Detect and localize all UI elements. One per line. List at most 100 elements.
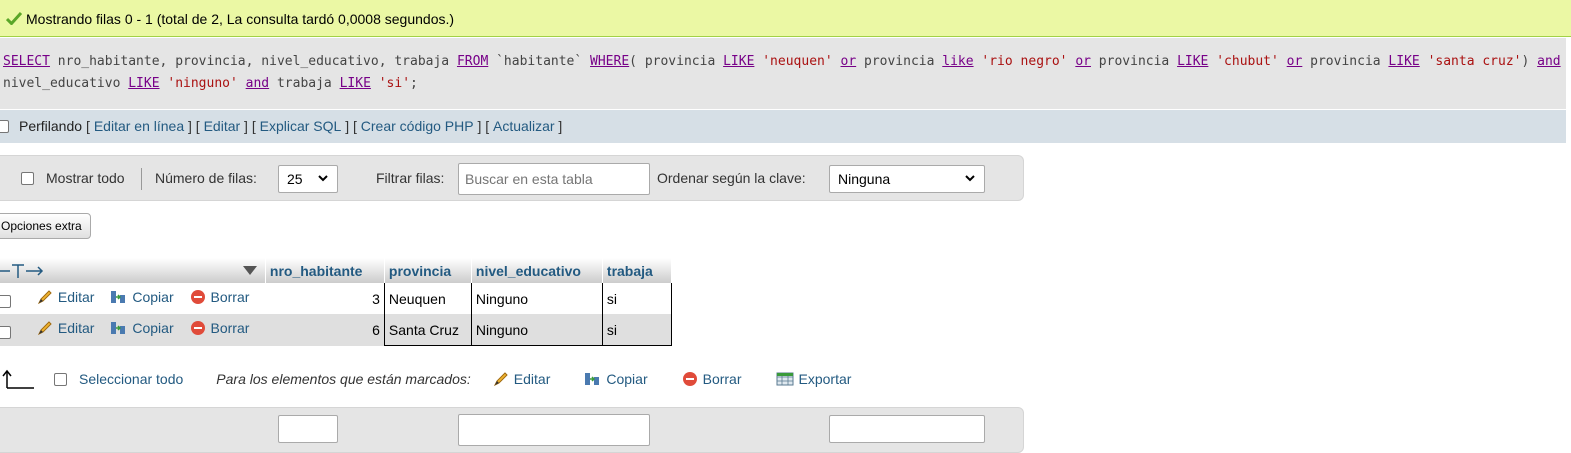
column-arrows-icon[interactable] — [0, 263, 46, 279]
row-copy-button[interactable]: Copiar — [110, 320, 174, 336]
sql-string: 'neuquen' — [762, 54, 833, 69]
table-controls-header — [0, 258, 266, 283]
rows-count-select-bottom[interactable] — [278, 415, 338, 443]
sql-text: ) — [1521, 54, 1538, 69]
pencil-icon — [37, 290, 52, 305]
bulk-copy-button[interactable]: Copiar — [584, 371, 648, 387]
sql-keyword[interactable]: LIKE — [1177, 54, 1208, 69]
row-edit-button[interactable]: Editar — [37, 320, 94, 336]
row-edit-button[interactable]: Editar — [37, 289, 94, 305]
sql-string: 'santa cruz' — [1427, 54, 1522, 69]
copy-icon — [111, 291, 126, 303]
column-header-provincia[interactable]: provincia — [384, 258, 472, 283]
column-header-trabaja[interactable]: trabaja — [602, 258, 672, 283]
sql-text: nro_habitante, provincia, nivel_educativ… — [49, 54, 457, 69]
row-actions: Editar Copiar Borrar — [0, 283, 266, 314]
sql-keyword[interactable]: LIKE — [723, 54, 754, 69]
marked-items-label: Para los elementos que están marcados: — [216, 371, 471, 387]
sql-keyword[interactable]: and — [246, 76, 269, 91]
sql-text: provincia — [1090, 54, 1178, 69]
sort-key-select-bottom[interactable] — [829, 415, 985, 443]
pencil-icon — [493, 372, 508, 387]
sort-key-select[interactable]: Ninguna — [829, 165, 985, 193]
sql-query-box: SELECT nro_habitante, provincia, nivel_e… — [0, 38, 1566, 109]
rows-count-label: Número de filas: — [155, 170, 257, 186]
sort-arrow-icon[interactable] — [242, 266, 257, 276]
profiling-checkbox[interactable] — [0, 119, 9, 133]
sql-text: provincia — [856, 54, 943, 69]
delete-icon — [190, 321, 205, 336]
refresh-link[interactable]: Actualizar — [493, 118, 554, 134]
create-php-code-link[interactable]: Crear código PHP — [361, 118, 474, 134]
sql-keyword[interactable]: WHERE — [590, 54, 629, 69]
bulk-actions-bar: Seleccionar todo Para los elementos que … — [0, 366, 851, 392]
cell-provincia[interactable]: Neuquen — [383, 283, 472, 314]
profiling-label: Perfilando — [19, 118, 83, 134]
cell-nro-habitante[interactable]: 6 — [265, 314, 385, 346]
sql-text: ( provincia — [629, 54, 724, 69]
bulk-delete-button[interactable]: Borrar — [682, 371, 742, 387]
toolbar-divider — [141, 168, 142, 190]
success-message-bar: Mostrando filas 0 - 1 (total de 2, La co… — [0, 0, 1571, 37]
chevron-down-icon — [318, 175, 328, 182]
sort-key-label: Ordenar según la clave: — [657, 170, 806, 186]
explain-sql-link[interactable]: Explicar SQL — [260, 118, 342, 134]
sql-keyword[interactable]: FROM — [457, 54, 488, 69]
cell-nivel-educativo[interactable]: Ninguno — [470, 314, 603, 346]
row-delete-button[interactable]: Borrar — [190, 289, 249, 305]
extra-options-button[interactable]: Opciones extra — [0, 213, 91, 239]
sql-text: ; — [410, 76, 418, 91]
navigation-toolbar: Mostrar todo Número de filas: 25 Filtrar… — [0, 155, 1024, 201]
cell-trabaja[interactable]: si — [601, 283, 672, 314]
success-message: Mostrando filas 0 - 1 (total de 2, La co… — [26, 11, 455, 27]
sql-keyword[interactable]: LIKE — [340, 76, 371, 91]
cell-trabaja[interactable]: si — [601, 314, 672, 346]
cell-nro-habitante[interactable]: 3 — [265, 283, 385, 314]
row-checkbox[interactable] — [0, 294, 11, 308]
row-copy-button[interactable]: Copiar — [110, 289, 174, 305]
sql-string: 'chubut' — [1216, 54, 1279, 69]
bulk-edit-button[interactable]: Editar — [493, 371, 550, 387]
sql-text: provincia — [1302, 54, 1389, 69]
sql-string: 'si' — [378, 76, 411, 91]
sql-keyword[interactable]: or — [1287, 54, 1303, 69]
filter-rows-input-bottom[interactable] — [458, 414, 650, 446]
arrow-up-corner-icon — [2, 369, 34, 389]
column-header-nivel-educativo[interactable]: nivel_educativo — [471, 258, 603, 283]
sql-keyword[interactable]: or — [841, 54, 857, 69]
row-actions: Editar Copiar Borrar — [0, 314, 266, 346]
sql-keyword[interactable]: or — [1075, 54, 1091, 69]
sql-string: 'rio negro' — [981, 54, 1068, 69]
sort-key-value: Ninguna — [838, 171, 891, 187]
pencil-icon — [37, 321, 52, 336]
select-all-label[interactable]: Seleccionar todo — [79, 371, 183, 387]
results-table: nro_habitante provincia nivel_educativo … — [0, 258, 672, 346]
show-all-checkbox[interactable] — [21, 172, 34, 185]
table-row: Editar Copiar Borrar 3 Neuquen Ninguno s… — [0, 283, 672, 314]
cell-nivel-educativo[interactable]: Ninguno — [470, 283, 603, 314]
row-checkbox[interactable] — [0, 326, 11, 340]
sql-keyword[interactable]: LIKE — [1388, 54, 1419, 69]
export-icon — [776, 372, 794, 386]
sql-keyword[interactable]: LIKE — [128, 76, 159, 91]
bulk-export-button[interactable]: Exportar — [776, 371, 851, 387]
sql-text: trabaja — [269, 76, 340, 91]
column-header-nro-habitante[interactable]: nro_habitante — [265, 258, 385, 283]
inline-edit-link[interactable]: Editar en línea — [94, 118, 184, 134]
edit-link[interactable]: Editar — [204, 118, 241, 134]
sql-keyword[interactable]: SELECT — [3, 54, 50, 69]
filter-rows-input[interactable]: Buscar en esta tabla — [458, 163, 650, 195]
row-delete-button[interactable]: Borrar — [190, 320, 249, 336]
navigation-toolbar-bottom — [0, 407, 1024, 453]
sql-keyword[interactable]: and — [1537, 54, 1560, 69]
select-all-checkbox[interactable] — [54, 372, 67, 386]
rows-count-select[interactable]: 25 — [278, 165, 338, 193]
sql-keyword[interactable]: like — [942, 54, 973, 69]
profiling-bar: Perfilando [ Editar en línea ] [ Editar … — [0, 110, 1566, 143]
cell-provincia[interactable]: Santa Cruz — [383, 314, 472, 346]
copy-icon — [585, 373, 600, 385]
